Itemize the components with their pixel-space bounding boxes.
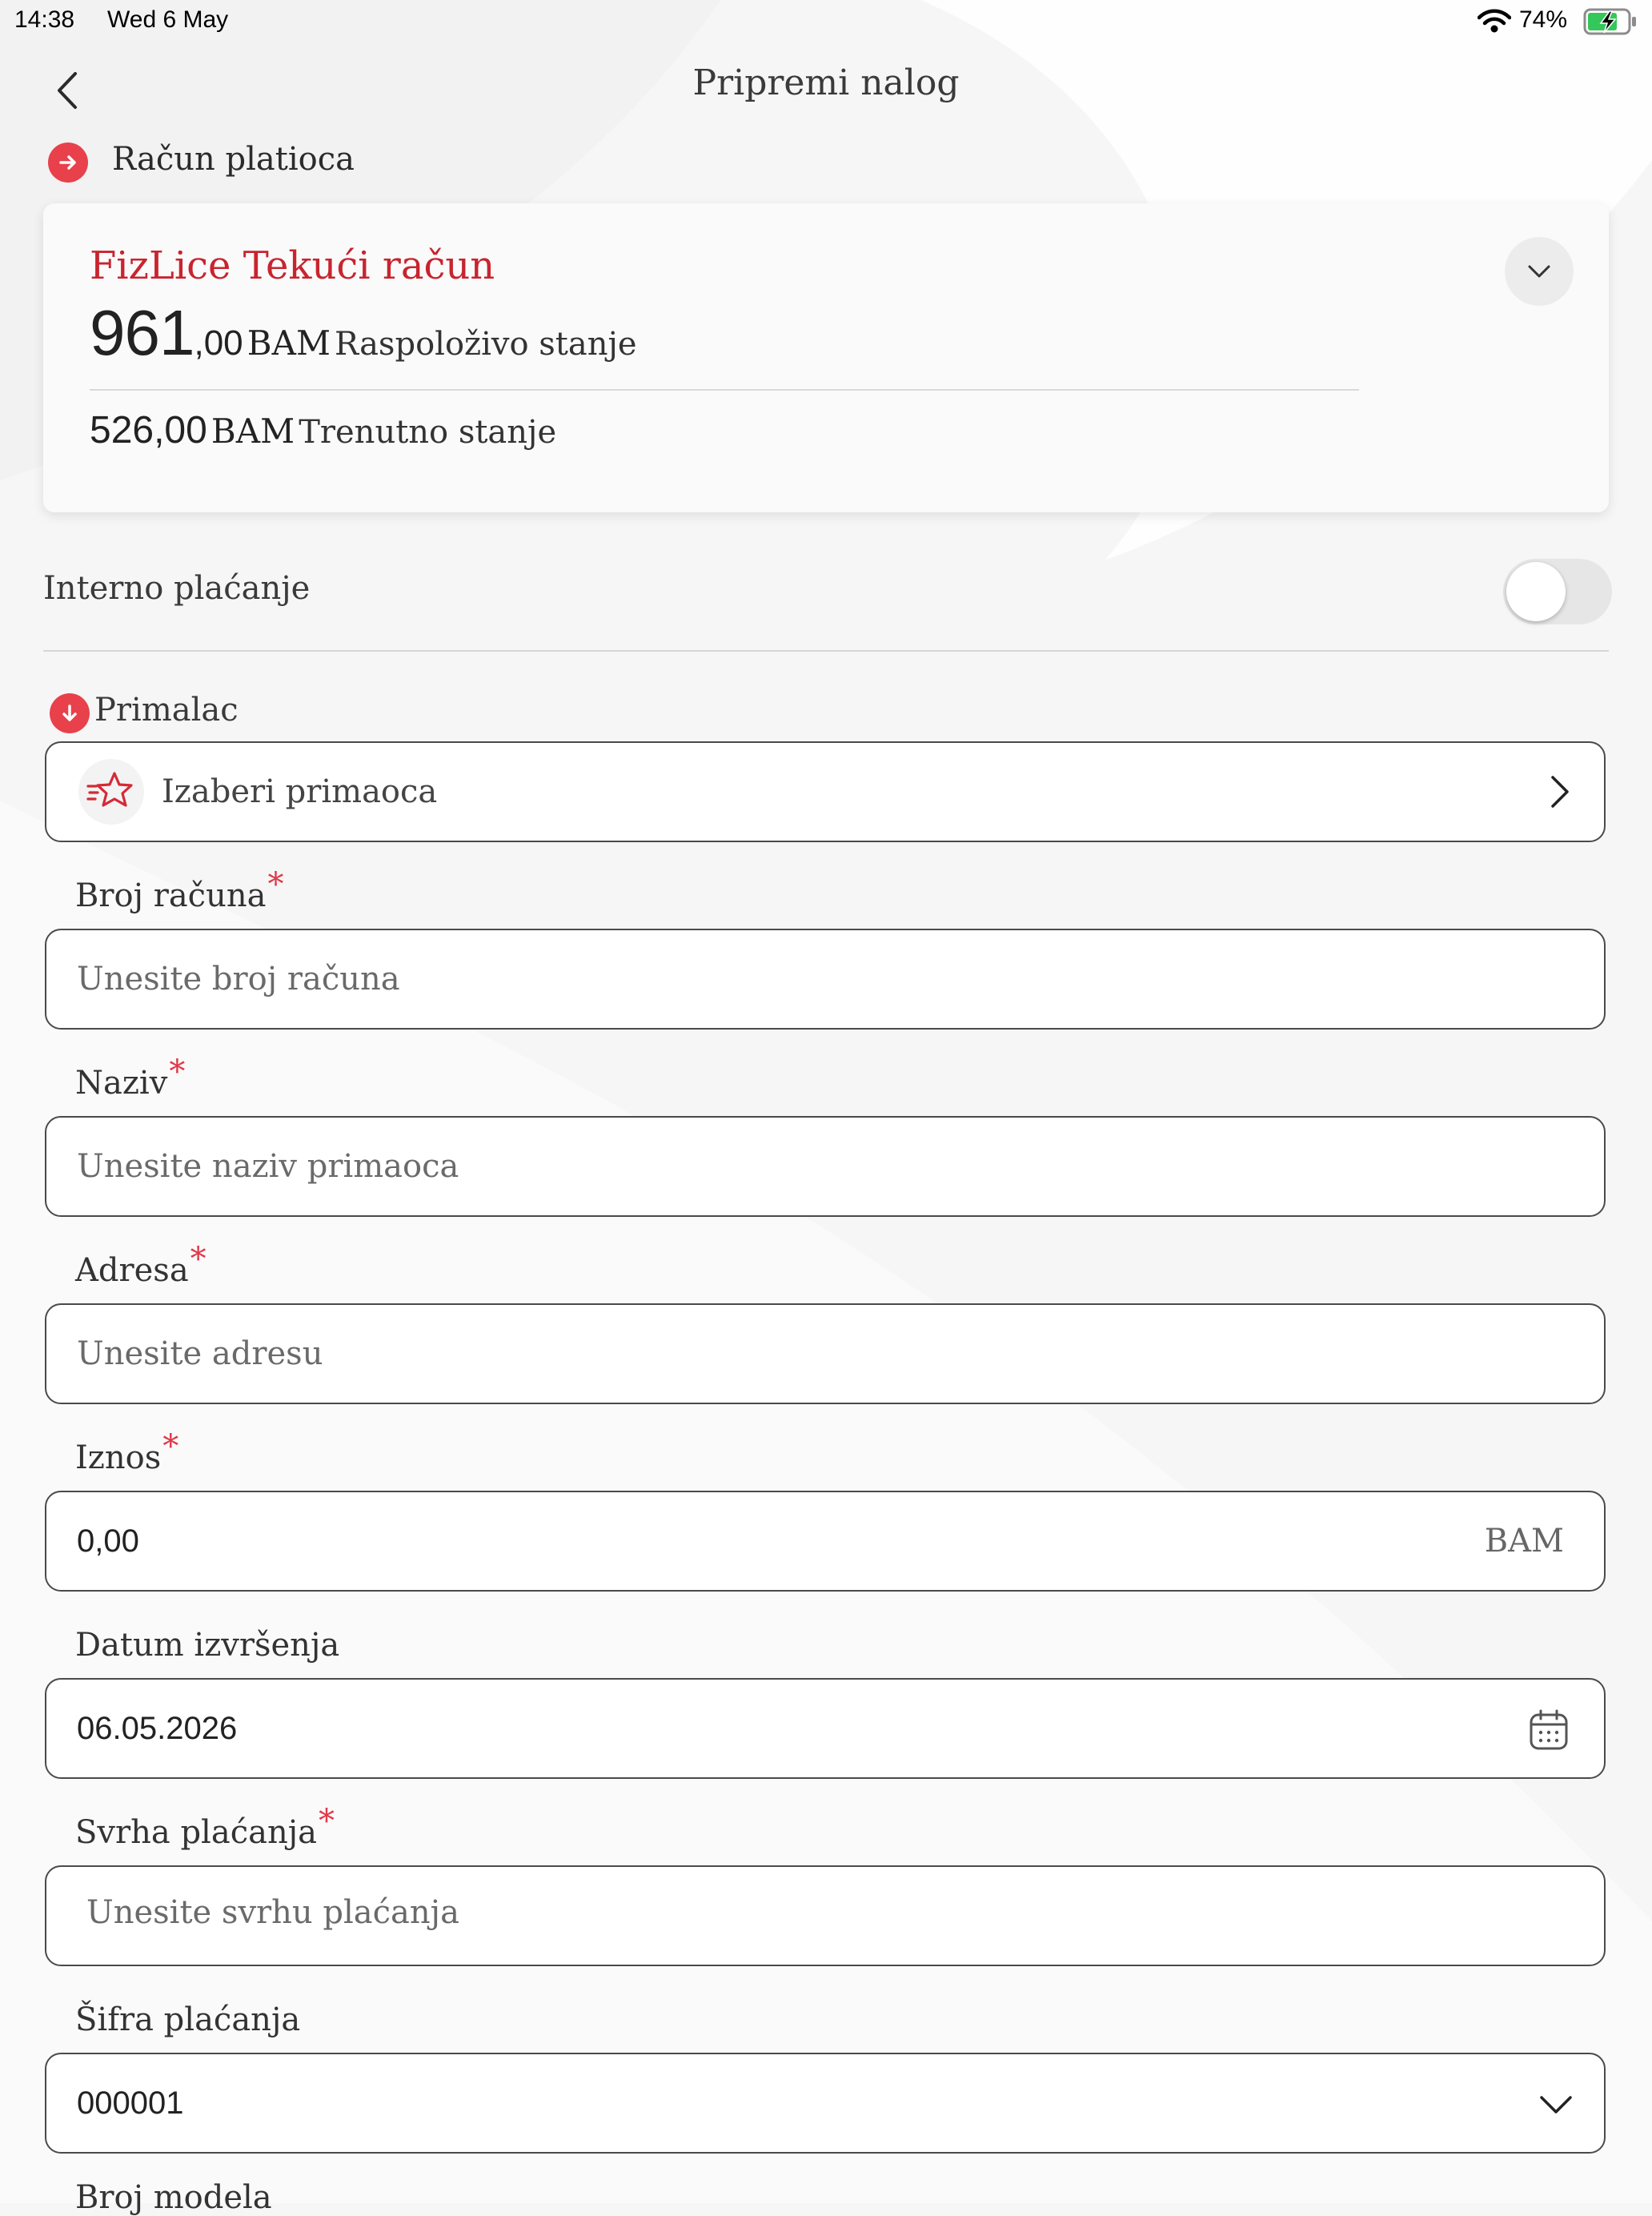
name-field[interactable]: Unesite naziv primaoca bbox=[45, 1116, 1606, 1217]
account-number-label: Broj računa* bbox=[75, 866, 284, 914]
calendar-icon[interactable] bbox=[1529, 1708, 1569, 1752]
arrow-down-icon bbox=[50, 693, 90, 733]
amount-label: Iznos* bbox=[75, 1428, 179, 1476]
toggle-knob bbox=[1506, 562, 1566, 621]
current-currency: BAM bbox=[211, 411, 295, 451]
payer-account-card[interactable]: FizLice Tekući račun 961,00 BAM Raspolož… bbox=[43, 203, 1609, 512]
purpose-field[interactable]: Unesite svrhu plaćanja bbox=[45, 1865, 1606, 1966]
execution-date-field[interactable]: 06.05.2026 bbox=[45, 1678, 1606, 1779]
address-placeholder: Unesite adresu bbox=[77, 1335, 323, 1372]
payment-code-label: Šifra plaćanja bbox=[75, 2001, 301, 2038]
current-amount: 526,00 bbox=[90, 409, 207, 452]
current-balance: 526,00 BAM Trenutno stanje bbox=[90, 408, 556, 452]
chevron-down-icon bbox=[1528, 265, 1550, 278]
amount-field[interactable]: 0,00 BAM bbox=[45, 1491, 1606, 1592]
available-decimal: ,00 bbox=[194, 323, 243, 363]
name-placeholder: Unesite naziv primaoca bbox=[77, 1148, 459, 1185]
execution-date-value: 06.05.2026 bbox=[77, 1711, 238, 1746]
available-whole: 961 bbox=[90, 297, 194, 368]
account-number-field[interactable]: Unesite broj računa bbox=[45, 929, 1606, 1030]
account-number-placeholder: Unesite broj računa bbox=[77, 961, 400, 998]
account-name: FizLice Tekući račun bbox=[90, 243, 495, 288]
execution-date-label: Datum izvršenja bbox=[75, 1627, 340, 1664]
battery-icon bbox=[1583, 8, 1636, 35]
available-currency: BAM bbox=[247, 323, 331, 363]
status-date: Wed 6 May bbox=[107, 6, 229, 33]
card-divider bbox=[90, 389, 1359, 391]
chevron-right-icon bbox=[1551, 776, 1569, 808]
amount-currency: BAM bbox=[1484, 1523, 1564, 1560]
choose-recipient-label: Izaberi primaoca bbox=[162, 773, 438, 810]
star-icon bbox=[78, 759, 144, 825]
payment-code-select[interactable]: 000001 bbox=[45, 2053, 1606, 2154]
battery-percent: 74% bbox=[1519, 6, 1568, 33]
model-number-label: Broj modela bbox=[75, 2179, 272, 2216]
address-label: Adresa* bbox=[75, 1241, 206, 1289]
available-label: Raspoloživo stanje bbox=[335, 326, 637, 363]
chevron-down-icon bbox=[1540, 2096, 1572, 2114]
wifi-icon bbox=[1478, 9, 1511, 33]
recipient-section-label: Primalac bbox=[94, 692, 239, 729]
current-label: Trenutno stanje bbox=[299, 414, 557, 451]
section-divider bbox=[43, 650, 1609, 652]
purpose-placeholder: Unesite svrhu plaćanja bbox=[86, 1894, 459, 1931]
purpose-label: Svrha plaćanja* bbox=[75, 1803, 335, 1851]
status-time: 14:38 bbox=[14, 6, 75, 33]
internal-payment-label: Interno plaćanje bbox=[43, 570, 311, 607]
internal-payment-toggle[interactable] bbox=[1503, 559, 1612, 624]
name-label: Naziv* bbox=[75, 1054, 186, 1102]
amount-value: 0,00 bbox=[77, 1524, 139, 1559]
payment-code-value: 000001 bbox=[77, 2086, 184, 2121]
account-dropdown-button[interactable] bbox=[1505, 237, 1574, 306]
address-field[interactable]: Unesite adresu bbox=[45, 1303, 1606, 1404]
page-title: Pripremi nalog bbox=[692, 62, 960, 103]
arrow-right-icon bbox=[48, 143, 88, 183]
available-balance: 961,00 BAM Raspoloživo stanje bbox=[90, 296, 637, 370]
choose-recipient-button[interactable]: Izaberi primaoca bbox=[45, 741, 1606, 842]
payer-section-label: Račun platioca bbox=[112, 141, 355, 178]
